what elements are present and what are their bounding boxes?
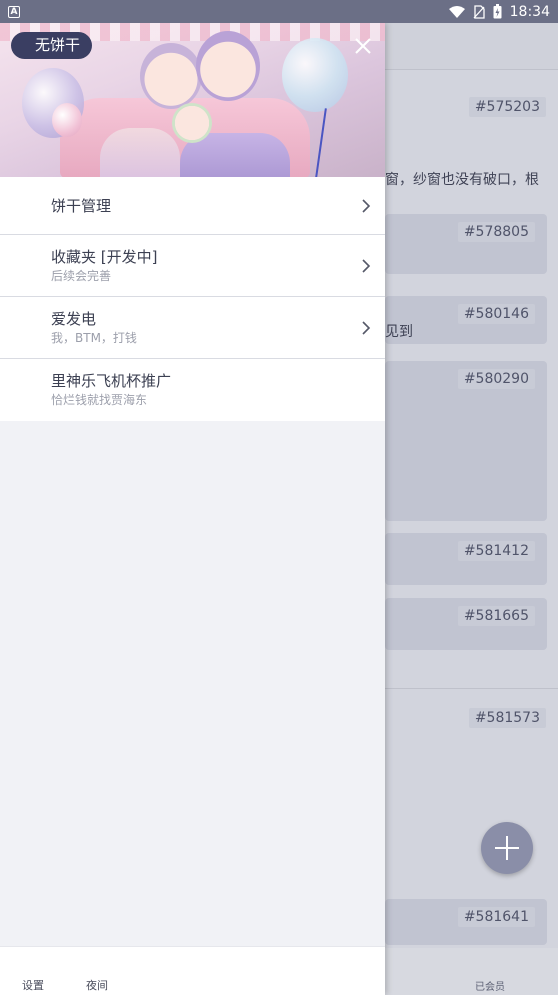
close-icon[interactable] xyxy=(352,35,374,57)
drawer-footer: 设置 夜间 xyxy=(0,946,385,995)
status-bar: A 18:34 xyxy=(0,0,558,23)
balloon-art xyxy=(282,38,348,112)
post-id[interactable]: #581573 xyxy=(468,708,546,728)
balloon-art xyxy=(52,103,82,137)
menu-item-subtitle: 后续会完善 xyxy=(51,269,112,283)
post-text: 窗，纱窗也没有破口，根 xyxy=(385,172,539,188)
reply-id[interactable]: #581412 xyxy=(457,541,535,561)
reply-id[interactable]: #581641 xyxy=(457,907,535,927)
reply-card[interactable]: #581641 xyxy=(385,899,547,945)
reply-text: 见到 xyxy=(385,324,413,340)
bottom-nav xyxy=(385,948,558,995)
menu-item-subtitle: 恰烂钱就找贾海东 xyxy=(51,393,148,407)
add-post-button[interactable] xyxy=(481,822,533,874)
character-art xyxy=(172,103,212,143)
reply-card[interactable]: #580290 xyxy=(385,361,547,521)
battery-icon xyxy=(493,4,502,19)
character-art xyxy=(100,128,180,177)
reply-card[interactable]: #581412 xyxy=(385,533,547,585)
menu-item-subtitle: 我，BTM，打钱 xyxy=(51,331,137,345)
drawer-menu: 饼干管理 收藏夹 [开发中] 后续会完善 爱发电 我，BTM，打钱 里神乐飞机杯… xyxy=(0,177,385,421)
menu-item-title: 饼干管理 xyxy=(51,197,112,215)
character-art xyxy=(140,43,202,109)
reply-id[interactable]: #578805 xyxy=(457,222,535,242)
chevron-right-icon xyxy=(362,320,371,335)
reply-id[interactable]: #581665 xyxy=(457,606,535,626)
chevron-right-icon xyxy=(362,258,371,273)
clock: 18:34 xyxy=(509,3,550,20)
reply-id[interactable]: #580146 xyxy=(457,304,535,324)
chevron-right-icon xyxy=(362,198,371,213)
drawer-header-image: 无饼干 xyxy=(0,23,385,177)
reply-id[interactable]: #580290 xyxy=(457,369,535,389)
bottom-nav-label[interactable]: 已会员 xyxy=(475,978,505,993)
reply-card[interactable]: #578805 xyxy=(385,214,547,274)
settings-link[interactable]: 设置 xyxy=(22,977,44,993)
character-art xyxy=(196,31,260,101)
menu-item-title: 爱发电 xyxy=(51,310,97,328)
navigation-drawer: 无饼干 饼干管理 收藏夹 [开发中] 后续会完善 爱发电 我，BTM，打钱 里神… xyxy=(0,23,385,995)
night-mode-link[interactable]: 夜间 xyxy=(86,977,108,993)
no-sim-icon xyxy=(473,4,485,19)
menu-item-promotion[interactable]: 里神乐飞机杯推广 恰烂钱就找贾海东 xyxy=(0,359,385,421)
menu-item-favorites[interactable]: 收藏夹 [开发中] 后续会完善 xyxy=(0,235,385,297)
plus-icon xyxy=(495,836,519,860)
menu-item-cookie-management[interactable]: 饼干管理 xyxy=(0,177,385,235)
cookie-status-button[interactable]: 无饼干 xyxy=(11,32,93,59)
reply-card[interactable]: #581665 xyxy=(385,598,547,650)
wifi-icon xyxy=(448,5,465,18)
menu-item-title: 收藏夹 [开发中] xyxy=(51,248,158,266)
notification-a-icon: A xyxy=(8,5,20,18)
menu-item-title: 里神乐飞机杯推广 xyxy=(51,372,172,390)
menu-item-afdian[interactable]: 爱发电 我，BTM，打钱 xyxy=(0,297,385,359)
balloon-string xyxy=(315,108,327,177)
post-id[interactable]: #575203 xyxy=(468,97,546,117)
